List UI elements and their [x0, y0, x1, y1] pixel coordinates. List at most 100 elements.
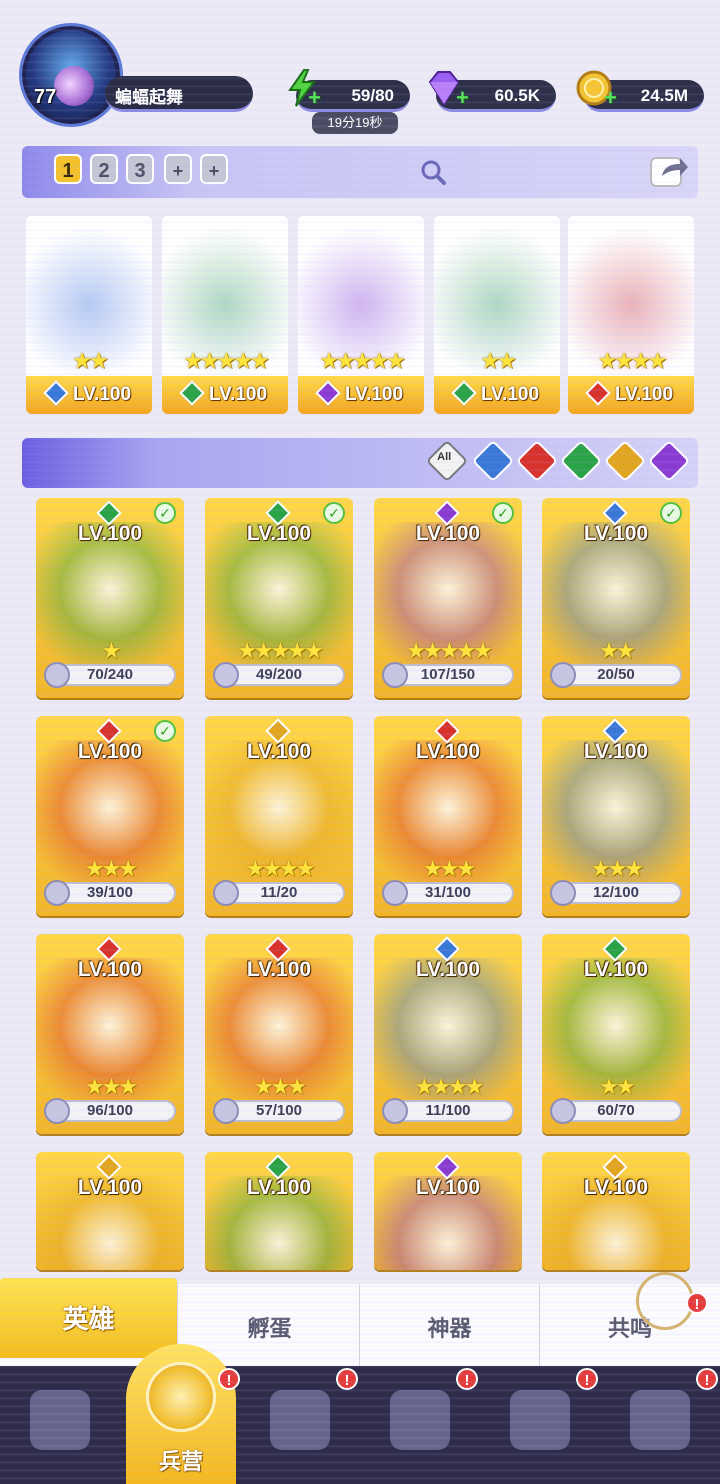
hero-level: LV.100 [162, 376, 288, 414]
star-rating: ★ [101, 638, 122, 663]
hero-card[interactable]: LV.100 [542, 1152, 690, 1270]
star-rating: ★★★ [84, 1074, 138, 1099]
share-icon[interactable] [648, 150, 690, 190]
hero-level: LV.100 [26, 376, 152, 414]
notification-badge: ! [686, 1292, 708, 1314]
team-add-tab[interactable]: + [200, 154, 228, 184]
nav-barracks[interactable]: 兵营 [126, 1344, 236, 1484]
hero-card[interactable]: LV.100 ✓ ★ 70/240 [36, 498, 184, 698]
in-team-check-icon: ✓ [660, 502, 682, 524]
player-avatar[interactable] [22, 26, 120, 124]
shard-icon [44, 880, 70, 906]
hero-level: LV.100 [583, 1176, 649, 1199]
hero-level: LV.100 [434, 376, 560, 414]
hero-card[interactable]: LV.100 ★★★ 31/100 [374, 716, 522, 916]
nav-cards-icon[interactable] [18, 1380, 102, 1470]
team-slot[interactable]: ★★★★★ LV.100 [298, 216, 424, 414]
hero-card[interactable]: LV.100 [205, 1152, 353, 1270]
team-slot[interactable]: ★★★★ LV.100 [568, 216, 694, 414]
hero-card[interactable]: LV.100 ✓ ★★★ 39/100 [36, 716, 184, 916]
nav-guild-icon[interactable] [498, 1380, 582, 1470]
shard-icon [213, 662, 239, 688]
team-tab-3[interactable]: 3 [126, 154, 154, 184]
star-rating: ★★★★★ [319, 348, 406, 373]
hero-level: LV.100 [246, 1176, 312, 1199]
shard-icon [550, 880, 576, 906]
collection-tabs: 英雄 孵蛋 神器 共鸣 [0, 1278, 720, 1366]
star-rating: ★★★ [84, 856, 138, 881]
shard-icon [213, 1098, 239, 1124]
hero-card[interactable]: LV.100 ✓ ★★ 20/50 [542, 498, 690, 698]
element-icon [585, 380, 611, 406]
hero-card[interactable]: LV.100 ★★ 60/70 [542, 934, 690, 1134]
star-rating: ★★★★ [245, 856, 316, 881]
hero-card[interactable]: LV.100 [36, 1152, 184, 1270]
team-slot[interactable]: ★★ LV.100 [434, 216, 560, 414]
gems-add-button[interactable]: + [456, 87, 472, 109]
filter-all-label: All [437, 450, 452, 463]
hero-card[interactable]: LV.100 ✓ ★★★★★ 49/200 [205, 498, 353, 698]
star-rating: ★★★★★ [237, 638, 324, 663]
element-icon [451, 380, 477, 406]
shop-icon [270, 1390, 330, 1450]
nav-shop-icon[interactable] [258, 1380, 342, 1470]
guild-icon [510, 1390, 570, 1450]
hero-level-text: LV.100 [614, 384, 674, 405]
nav-home-icon[interactable] [378, 1380, 462, 1470]
team-add-tab[interactable]: + [164, 154, 192, 184]
cards-icon [30, 1390, 90, 1450]
hero-card[interactable]: LV.100 ✓ ★★★★★ 107/150 [374, 498, 522, 698]
star-rating: ★★ [72, 348, 108, 373]
shard-icon [550, 1098, 576, 1124]
element-icon [43, 380, 69, 406]
hero-level: LV.100 [415, 522, 481, 545]
star-rating: ★★★★★ [183, 348, 270, 373]
in-team-check-icon: ✓ [154, 502, 176, 524]
search-icon[interactable] [419, 158, 447, 186]
shard-icon [213, 880, 239, 906]
nav-battle-icon[interactable] [618, 1380, 702, 1470]
hero-level-text: LV.100 [344, 384, 404, 405]
notification-badge: ! [576, 1368, 598, 1390]
in-team-check-icon: ✓ [154, 720, 176, 742]
battle-icon [630, 1390, 690, 1450]
hero-level: LV.100 [568, 376, 694, 414]
barracks-icon [146, 1362, 216, 1432]
star-rating: ★★★ [422, 856, 476, 881]
hero-card[interactable]: LV.100 ★★★ 96/100 [36, 934, 184, 1134]
player-name: 蝙蝠起舞 [105, 76, 253, 112]
hero-card[interactable]: LV.100 ★★★ 12/100 [542, 716, 690, 916]
hero-card[interactable]: LV.100 ★★★ 57/100 [205, 934, 353, 1134]
hero-level: LV.100 [246, 740, 312, 763]
tab-artifacts[interactable]: 神器 [360, 1284, 540, 1366]
tab-heroes[interactable]: 英雄 [0, 1278, 178, 1358]
star-rating: ★★ [599, 1074, 635, 1099]
element-icon [179, 380, 205, 406]
team-tab-2[interactable]: 2 [90, 154, 118, 184]
top-bar: 77 蝙蝠起舞 59/80 + 19分19秒 60.5K + 24.5M + [0, 0, 720, 140]
hero-level: LV.100 [77, 522, 143, 545]
team-slot[interactable]: ★★ LV.100 [26, 216, 152, 414]
bottom-nav [0, 1366, 720, 1484]
hero-card[interactable]: LV.100 ★★★★ 11/20 [205, 716, 353, 916]
star-rating: ★★★★ [597, 348, 668, 373]
shard-icon [44, 662, 70, 688]
energy-timer: 19分19秒 [312, 112, 398, 134]
team-slot[interactable]: ★★★★★ LV.100 [162, 216, 288, 414]
in-team-check-icon: ✓ [492, 502, 514, 524]
nav-barracks-label: 兵营 [158, 1449, 203, 1474]
hero-card[interactable]: LV.100 ★★★★ 11/100 [374, 934, 522, 1134]
castle-icon [390, 1390, 450, 1450]
team-tab-1[interactable]: 1 [54, 154, 82, 184]
hero-level: LV.100 [583, 522, 649, 545]
energy-add-button[interactable]: + [308, 87, 324, 109]
star-rating: ★★★ [253, 1074, 307, 1099]
shard-icon [382, 1098, 408, 1124]
hero-level-text: LV.100 [480, 384, 540, 405]
team-bar [22, 146, 698, 198]
hero-card[interactable]: LV.100 [374, 1152, 522, 1270]
star-rating: ★★ [599, 638, 635, 663]
coins-add-button[interactable]: + [604, 87, 620, 109]
shard-icon [382, 880, 408, 906]
hero-level-text: LV.100 [72, 384, 132, 405]
